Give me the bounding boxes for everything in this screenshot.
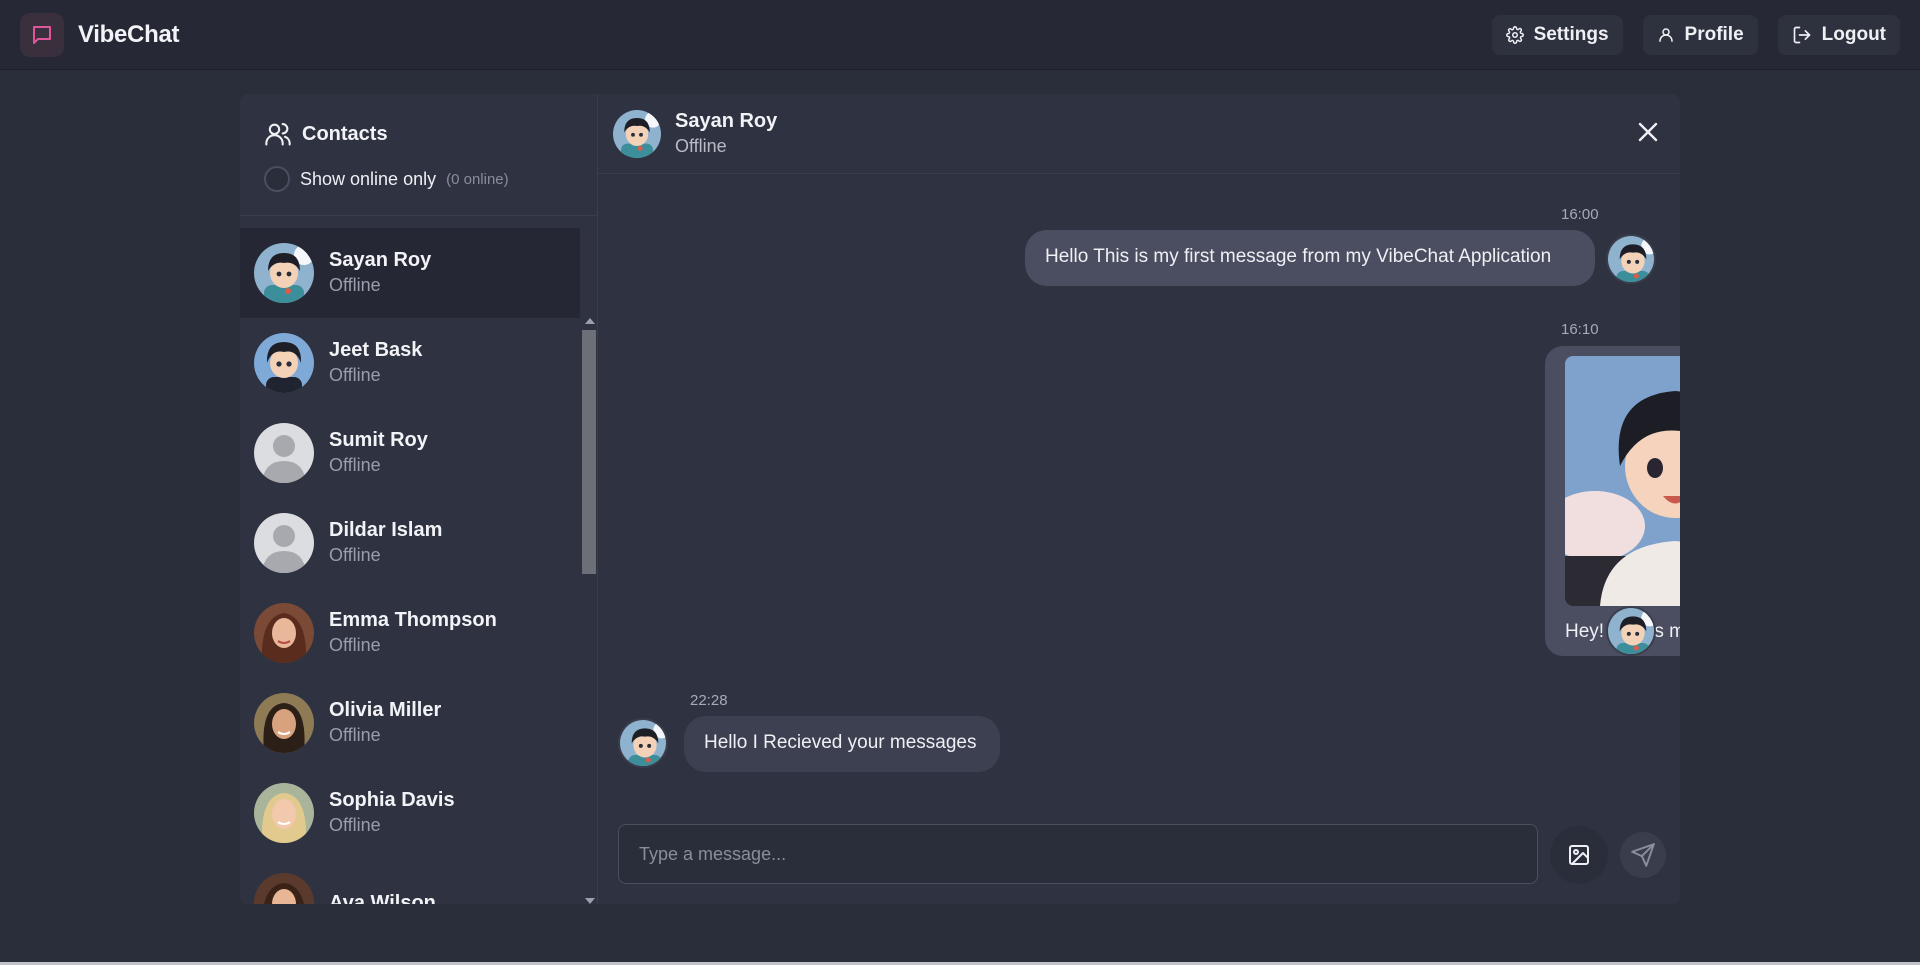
- default-avatar: [254, 423, 314, 483]
- logout-button[interactable]: Logout: [1777, 14, 1900, 55]
- default-avatar: [254, 513, 314, 573]
- contact-status: Offline: [329, 455, 381, 475]
- message-timestamp: 16:10: [1561, 321, 1599, 338]
- message-image[interactable]: [1565, 356, 1680, 606]
- contact-item[interactable]: Emma Thompson Offline: [240, 588, 580, 678]
- contacts-title: Contacts: [302, 122, 388, 145]
- chat-contact-status: Offline: [675, 135, 727, 156]
- chat-header: Sayan Roy Offline: [598, 94, 1680, 174]
- scroll-down-arrow-icon[interactable]: [585, 898, 595, 904]
- chat-contact-name: Sayan Roy: [675, 109, 778, 132]
- outgoing-message-bubble[interactable]: Hey! This is me in rial lyf.: [1545, 346, 1680, 656]
- contact-item[interactable]: Dildar Islam Offline: [240, 498, 580, 588]
- message-composer: [618, 824, 1680, 884]
- contact-item[interactable]: Sumit Roy Offline: [240, 408, 580, 498]
- contact-item[interactable]: Sayan Roy Offline: [240, 228, 580, 318]
- chat-container: Contacts Show online only (0 online) Say…: [240, 94, 1680, 904]
- gear-icon: [1505, 25, 1524, 44]
- logout-icon: [1793, 26, 1810, 43]
- send-button[interactable]: [1620, 832, 1666, 878]
- contact-item[interactable]: Ava Wilson: [240, 858, 580, 904]
- online-only-checkbox[interactable]: [264, 166, 290, 192]
- avatar: [618, 718, 668, 768]
- message-timestamp: 22:28: [690, 692, 728, 709]
- attach-image-button[interactable]: [1550, 826, 1608, 884]
- avatar: [254, 783, 314, 843]
- outgoing-message-bubble[interactable]: Hello This is my first message from my V…: [1025, 230, 1595, 286]
- message-input[interactable]: [618, 824, 1538, 884]
- avatar: [254, 873, 314, 904]
- avatar: [1606, 234, 1656, 284]
- contact-name: Olivia Miller: [329, 699, 442, 721]
- avatar: [1606, 606, 1656, 656]
- online-count: (0 online): [446, 170, 509, 188]
- contact-list-scrollbar[interactable]: [580, 216, 598, 904]
- send-icon: [1631, 843, 1655, 867]
- incoming-message-bubble[interactable]: Hello I Recieved your messages: [684, 716, 1000, 772]
- contact-status: Offline: [329, 725, 381, 745]
- contact-status: Offline: [329, 635, 381, 655]
- users-icon: [265, 123, 291, 146]
- message-text: Hello I Recieved your messages: [704, 732, 977, 753]
- user-icon: [1658, 27, 1673, 42]
- avatar: [254, 603, 314, 663]
- contact-name: Sumit Roy: [329, 429, 428, 451]
- avatar: [254, 333, 314, 393]
- settings-button[interactable]: Settings: [1491, 14, 1623, 55]
- contact-name: Dildar Islam: [329, 519, 443, 541]
- contact-name: Emma Thompson: [329, 609, 497, 631]
- contact-name: Ava Wilson: [329, 892, 436, 904]
- contact-list: Sayan Roy Offline Jeet Bask Offline Sumit …: [240, 228, 580, 904]
- contact-status: Offline: [329, 545, 381, 565]
- contact-name: Sayan Roy: [329, 249, 432, 271]
- avatar: [254, 243, 314, 303]
- contact-status: Offline: [329, 365, 381, 385]
- avatar: [254, 693, 314, 753]
- contact-item[interactable]: Olivia Miller Offline: [240, 678, 580, 768]
- chat-panel: Sayan Roy Offline 16:00 Hello This is my…: [598, 94, 1680, 904]
- close-icon[interactable]: [1636, 120, 1660, 149]
- logout-label: Logout: [1821, 23, 1886, 45]
- app-name: VibeChat: [78, 20, 180, 48]
- sidebar-header: Contacts Show online only (0 online): [240, 94, 597, 216]
- contact-name: Sophia Davis: [329, 789, 455, 811]
- contact-item[interactable]: Jeet Bask Offline: [240, 318, 580, 408]
- contact-status: Offline: [329, 815, 381, 835]
- message-timestamp: 16:00: [1561, 206, 1599, 223]
- profile-label: Profile: [1684, 23, 1744, 45]
- brand[interactable]: VibeChat: [20, 12, 180, 57]
- settings-label: Settings: [1533, 23, 1609, 45]
- profile-button[interactable]: Profile: [1642, 14, 1758, 55]
- chat-bubble-icon: [20, 12, 64, 57]
- avatar: [613, 110, 661, 158]
- contact-status: Offline: [329, 275, 381, 295]
- scroll-thumb[interactable]: [582, 330, 596, 574]
- image-icon: [1569, 845, 1589, 865]
- online-only-label[interactable]: Show online only: [300, 169, 436, 190]
- message-text: Hello This is my first message from my V…: [1045, 246, 1552, 267]
- contact-item[interactable]: Sophia Davis Offline: [240, 768, 580, 858]
- contact-name: Jeet Bask: [329, 339, 423, 361]
- contacts-sidebar: Contacts Show online only (0 online) Say…: [240, 94, 598, 904]
- top-navbar: VibeChat Settings Profile Logout: [0, 0, 1920, 70]
- scroll-up-arrow-icon[interactable]: [585, 318, 595, 324]
